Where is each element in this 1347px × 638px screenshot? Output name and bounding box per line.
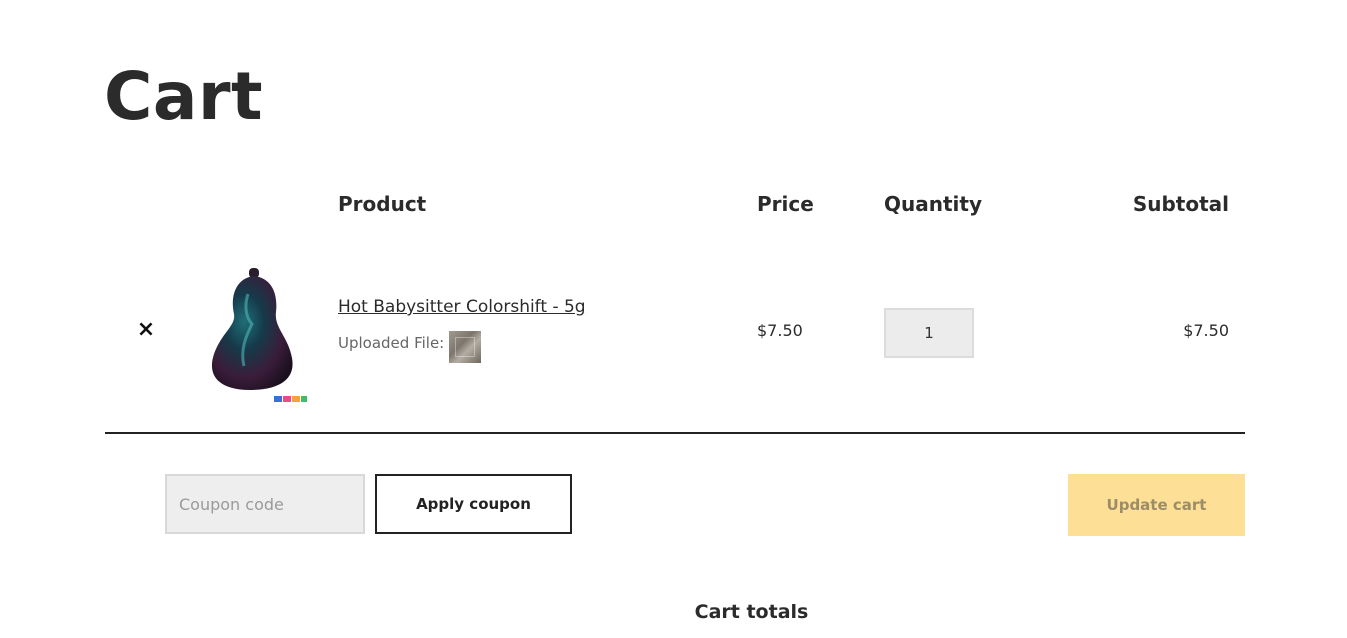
header-product: Product	[338, 192, 427, 216]
item-subtotal: $7.50	[1183, 321, 1229, 340]
apply-coupon-button[interactable]: Apply coupon	[375, 474, 572, 534]
table-divider	[105, 432, 1245, 434]
coupon-code-input[interactable]	[165, 474, 365, 534]
header-subtotal: Subtotal	[1132, 192, 1229, 216]
update-cart-button[interactable]: Update cart	[1068, 474, 1245, 536]
product-thumbnail[interactable]	[200, 266, 312, 410]
header-price: Price	[757, 192, 814, 216]
cart-totals-heading: Cart totals	[694, 601, 809, 623]
page-title: Cart	[104, 58, 264, 135]
remove-item-button[interactable]: ×	[136, 318, 156, 342]
product-name-link[interactable]: Hot Babysitter Colorshift - 5g	[338, 297, 586, 317]
uploaded-file-thumbnail[interactable]	[449, 331, 481, 363]
uploaded-file-label: Uploaded File:	[338, 334, 445, 352]
quantity-input[interactable]	[884, 308, 974, 358]
item-price: $7.50	[757, 321, 803, 340]
header-quantity: Quantity	[884, 192, 982, 216]
